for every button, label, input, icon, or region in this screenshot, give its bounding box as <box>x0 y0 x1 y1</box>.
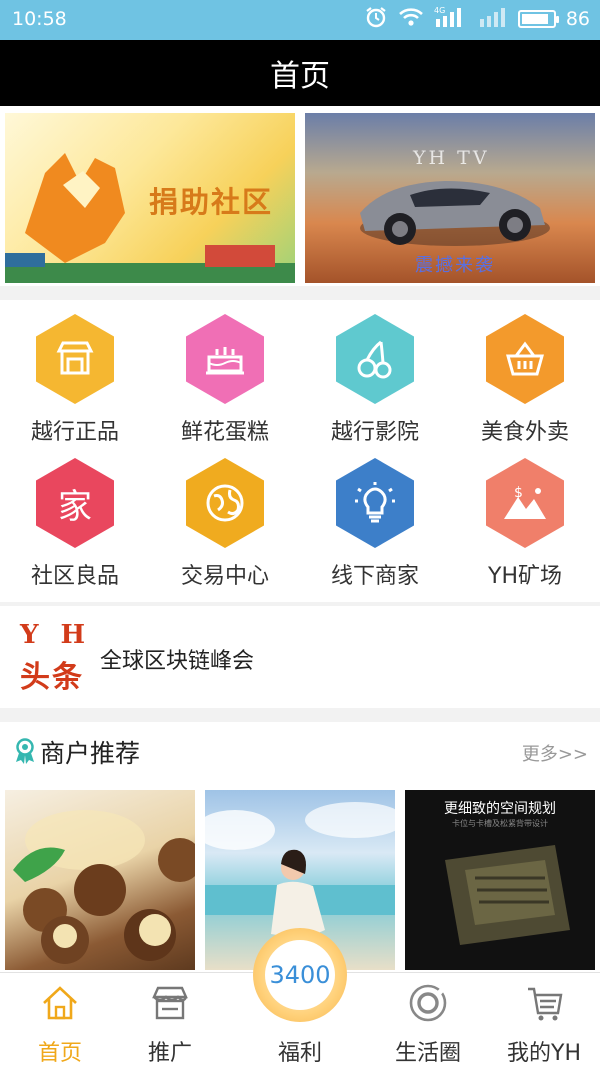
headline-text[interactable]: 全球区块链峰会 <box>100 643 254 675</box>
grid-item-offline[interactable]: 线下商家 <box>300 448 450 589</box>
nav-promote-label: 推广 <box>147 1041 192 1066</box>
banner-car-logo: YH TV <box>413 147 490 169</box>
nav-life-circle-label: 生活圈 <box>394 1041 461 1066</box>
cake-icon <box>186 314 264 404</box>
grid-label: 越行正品 <box>30 420 119 445</box>
headline-logo-line2: 头条 <box>20 660 84 695</box>
cart-list-icon <box>528 987 563 1021</box>
nav-welfare-label: 福利 <box>277 1041 322 1066</box>
headline-bar[interactable]: YH 头条 全球区块链峰会 <box>0 606 600 708</box>
alarm-icon <box>364 5 388 34</box>
headline-logo-line1: YH <box>20 620 108 650</box>
nav-my-yh[interactable]: 我的YH <box>484 973 600 1067</box>
status-icons: 4G 86 <box>364 6 590 32</box>
banner-donate-text: 捐助社区 <box>149 185 274 219</box>
grid-item-cinema[interactable]: 越行影院 <box>300 304 450 445</box>
title-bar: 首页 <box>0 40 600 106</box>
grid-label: 美食外卖 <box>480 420 569 445</box>
battery-percent: 86 <box>565 8 590 30</box>
grid-label: 社区良品 <box>30 564 119 589</box>
banner-section: 捐助社区 YH TV 震撼来袭 <box>0 106 600 286</box>
grid-label: 交易中心 <box>180 564 269 589</box>
lightbulb-icon <box>336 458 414 548</box>
globe-icon <box>186 458 264 548</box>
nav-my-yh-label: 我的YH <box>507 1041 581 1066</box>
bag-image <box>445 845 570 945</box>
nav-home-label: 首页 <box>37 1041 82 1066</box>
home-icon <box>43 986 77 1020</box>
headline-logo: YH 头条 <box>20 620 100 696</box>
svg-text:$: $ <box>514 485 523 501</box>
grid-item-genuine[interactable]: 越行正品 <box>0 304 150 445</box>
category-grid: 越行正品 鲜花蛋糕 越行影院 美食外卖 家 社区良品 交易中心 线下商家 $ Y… <box>0 300 600 602</box>
basket-icon <box>486 314 564 404</box>
merchant-more-link[interactable]: 更多>> <box>522 740 588 766</box>
battery-icon <box>517 10 559 28</box>
circle-icon <box>409 984 447 1022</box>
signal-icon-weak <box>478 5 508 34</box>
home-char-text: 家 <box>58 486 92 527</box>
nav-life-circle[interactable]: 生活圈 <box>368 973 488 1067</box>
grid-item-food[interactable]: 美食外卖 <box>450 304 600 445</box>
award-icon <box>14 738 36 768</box>
welfare-points-button[interactable]: 3400 <box>253 928 347 1022</box>
cherry-icon <box>336 314 414 404</box>
merchant-title: 商户推荐 <box>40 739 141 768</box>
shop-icon <box>152 986 188 1020</box>
home-char-icon: 家 <box>36 458 114 548</box>
nav-promote[interactable]: 推广 <box>110 973 230 1067</box>
grid-label: 鲜花蛋糕 <box>180 420 269 445</box>
nav-home[interactable]: 首页 <box>0 973 120 1067</box>
status-time: 10:58 <box>12 8 67 30</box>
battery-fill <box>521 14 548 24</box>
network-type: 4G <box>434 6 445 15</box>
welfare-points-value: 3400 <box>265 940 335 1010</box>
grid-label: 越行影院 <box>330 420 419 445</box>
status-bar: 10:58 4G 86 <box>0 0 600 40</box>
grid-item-trade[interactable]: 交易中心 <box>150 448 300 589</box>
grid-item-community[interactable]: 家 社区良品 <box>0 448 150 589</box>
merchant-card-nuts[interactable] <box>5 790 195 970</box>
mountain-dollar-icon: $ <box>486 458 564 548</box>
signal-icon: 4G <box>434 5 468 34</box>
banner-car-text: 震撼来袭 <box>415 255 495 276</box>
grid-item-mine[interactable]: $ YH矿场 <box>450 448 600 589</box>
merchant-card-bag[interactable]: 更细致的空间规划 卡位与卡槽及松紧背带设计 <box>405 790 595 970</box>
wifi-icon <box>398 6 424 33</box>
store-icon <box>36 314 114 404</box>
app-screen: 10:58 4G 86 首页 捐助社区 YH TV 震撼来袭 越行正品 鲜花蛋糕… <box>0 0 600 1067</box>
banner-donate[interactable]: 捐助社区 <box>5 113 295 283</box>
grid-label: 线下商家 <box>330 564 419 589</box>
merchant-header: 商户推荐 更多>> <box>0 722 600 780</box>
banner-car[interactable]: YH TV 震撼来袭 <box>305 113 595 283</box>
nuts-image <box>13 810 195 964</box>
grid-item-cake[interactable]: 鲜花蛋糕 <box>150 304 300 445</box>
grid-label: YH矿场 <box>488 564 562 589</box>
page-title: 首页 <box>270 59 330 94</box>
